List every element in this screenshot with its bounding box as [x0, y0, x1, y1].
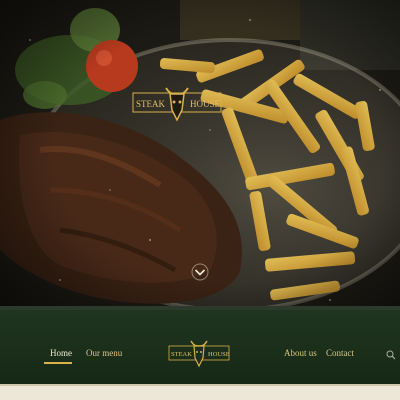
hero-logo: STEAK HOUSE: [132, 80, 222, 126]
nav-active-indicator: [44, 362, 72, 364]
search-icon: [386, 350, 396, 360]
steak-house-logo: STEAK HOUSE: [132, 87, 222, 122]
main-navigation: Home Our menu STEAK HOUSE About us Conta…: [0, 310, 400, 384]
nav-logo-text-right: HOUSE: [208, 351, 230, 358]
page: STEAK HOUSE Home Our menu STEAK HOUSE Ab…: [0, 0, 400, 400]
hero-banner: STEAK HOUSE: [0, 0, 400, 310]
nav-home[interactable]: Home: [50, 348, 72, 358]
chevron-down-icon: [191, 263, 209, 281]
nav-contact[interactable]: Contact: [326, 348, 354, 358]
nav-logo-text-left: STEAK: [171, 351, 192, 358]
nav-our-menu[interactable]: Our menu: [86, 348, 122, 358]
search-button[interactable]: [386, 347, 396, 360]
hero-logo-text-left: STEAK: [136, 99, 166, 109]
nav-about-us[interactable]: About us: [284, 348, 317, 358]
scroll-down-button[interactable]: [190, 262, 210, 282]
texture-strip: [0, 384, 400, 386]
steak-house-logo-small: STEAK HOUSE: [168, 340, 230, 368]
content-section-top: [0, 384, 400, 400]
nav-logo[interactable]: STEAK HOUSE: [168, 336, 230, 370]
hero-logo-text-right: HOUSE: [190, 99, 221, 109]
